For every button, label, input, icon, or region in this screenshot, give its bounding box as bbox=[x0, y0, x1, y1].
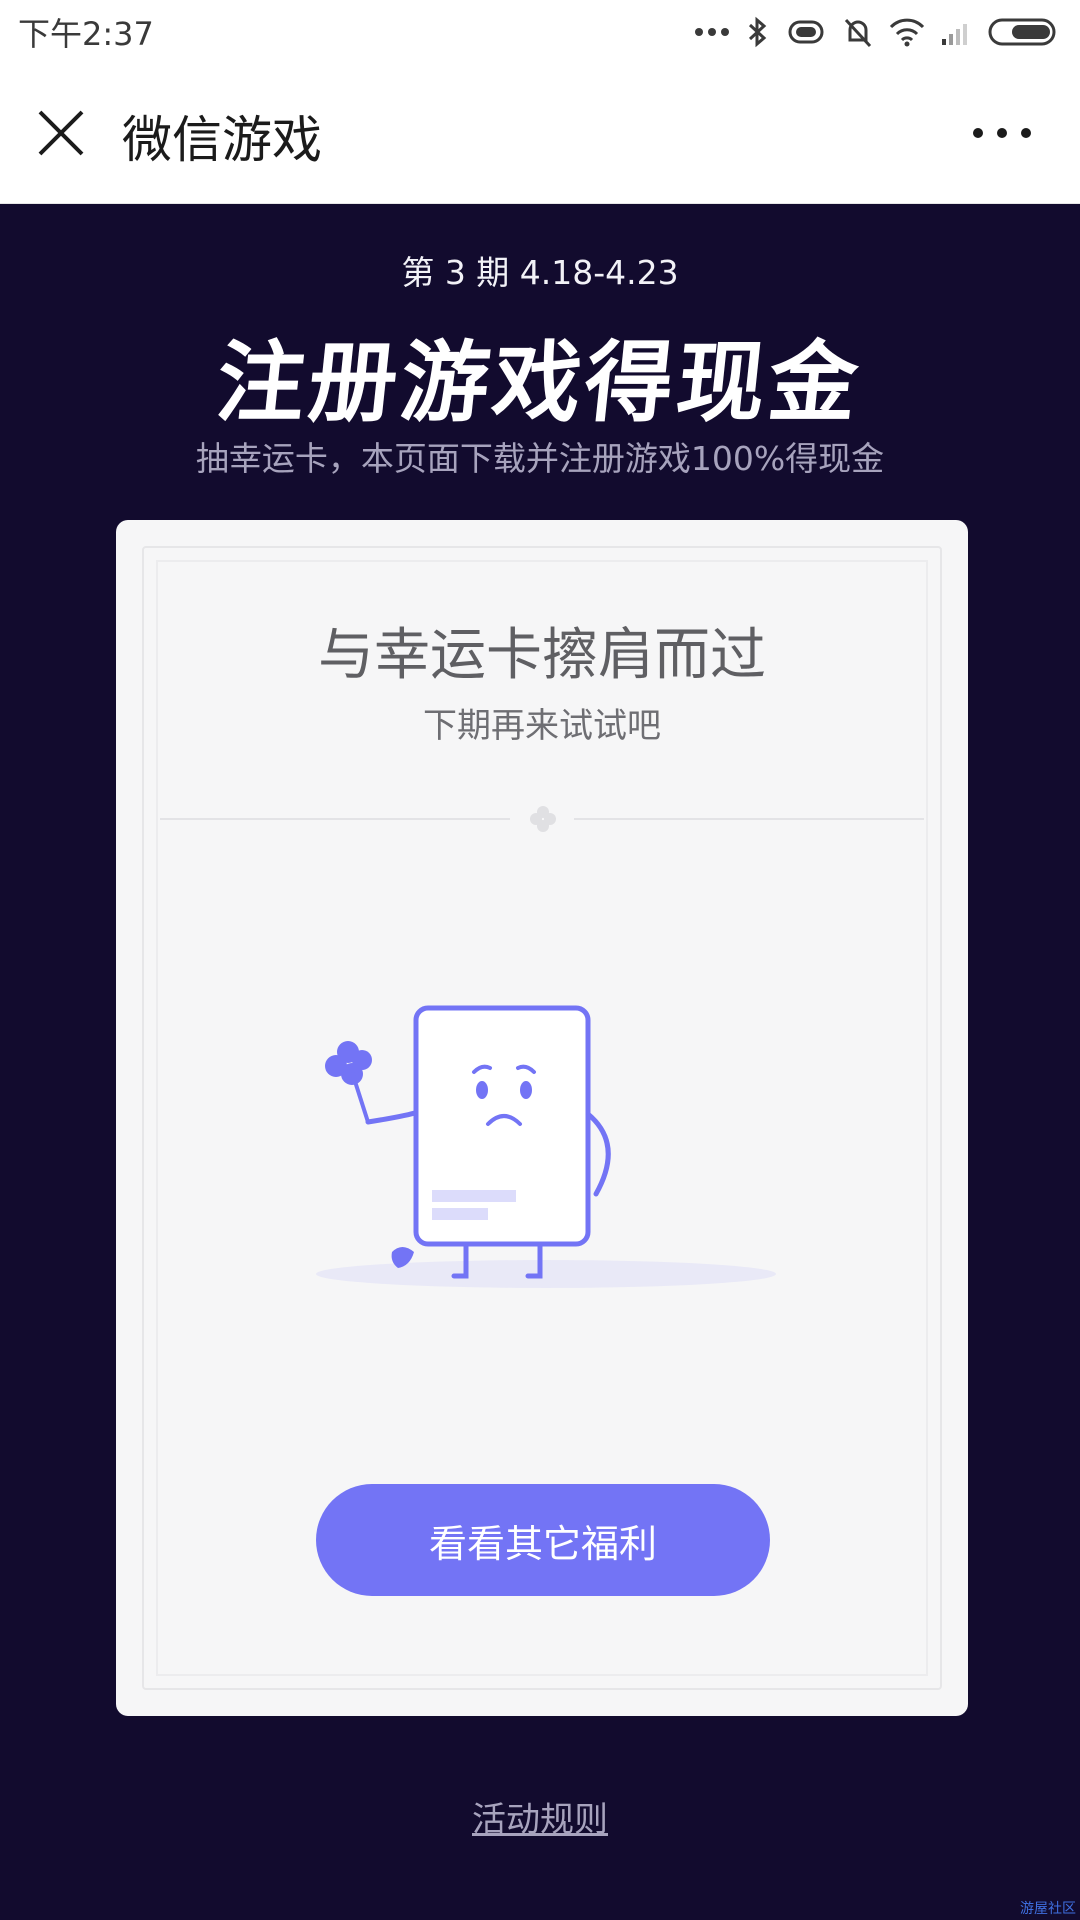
watermark: 游屋社区 bbox=[1020, 1901, 1076, 1917]
status-icons bbox=[694, 16, 1060, 48]
mute-bell-icon bbox=[844, 18, 872, 48]
sad-card-illustration bbox=[316, 1005, 776, 1288]
divider bbox=[160, 818, 510, 820]
subline: 抽幸运卡，本页面下载并注册游戏100%得现金 bbox=[195, 439, 885, 478]
content: 第 3 期 4.18-4.23 注册游戏得现金 抽幸运卡，本页面下载并注册游戏1… bbox=[0, 204, 1080, 1920]
headline: 注册游戏得现金 bbox=[211, 331, 867, 434]
divider bbox=[574, 818, 924, 820]
nav-bar: 微信游戏 bbox=[0, 64, 1080, 204]
close-icon[interactable] bbox=[34, 106, 88, 160]
period-label: 第 3 期 4.18-4.23 bbox=[401, 253, 679, 292]
result-card: 与幸运卡擦肩而过 下期再来试试吧 看看其它福利 bbox=[116, 520, 968, 1716]
card-subtitle: 下期再来试试吧 bbox=[423, 706, 661, 746]
other-benefits-button[interactable]: 看看其它福利 bbox=[316, 1484, 770, 1596]
status-bar: 下午2:37 bbox=[0, 0, 1080, 64]
more-dots-icon bbox=[695, 28, 729, 36]
signal-icon bbox=[942, 24, 967, 45]
more-icon[interactable] bbox=[970, 122, 1034, 144]
activity-rules-link[interactable]: 活动规则 bbox=[0, 1792, 1080, 1841]
status-time: 下午2:37 bbox=[18, 15, 154, 53]
wifi-icon bbox=[889, 18, 925, 47]
vibrate-icon bbox=[788, 20, 824, 44]
card-title: 与幸运卡擦肩而过 bbox=[318, 623, 766, 688]
bluetooth-icon bbox=[748, 16, 767, 48]
nav-title: 微信游戏 bbox=[122, 111, 322, 169]
battery-icon bbox=[988, 18, 1056, 46]
clover-icon bbox=[530, 806, 556, 832]
